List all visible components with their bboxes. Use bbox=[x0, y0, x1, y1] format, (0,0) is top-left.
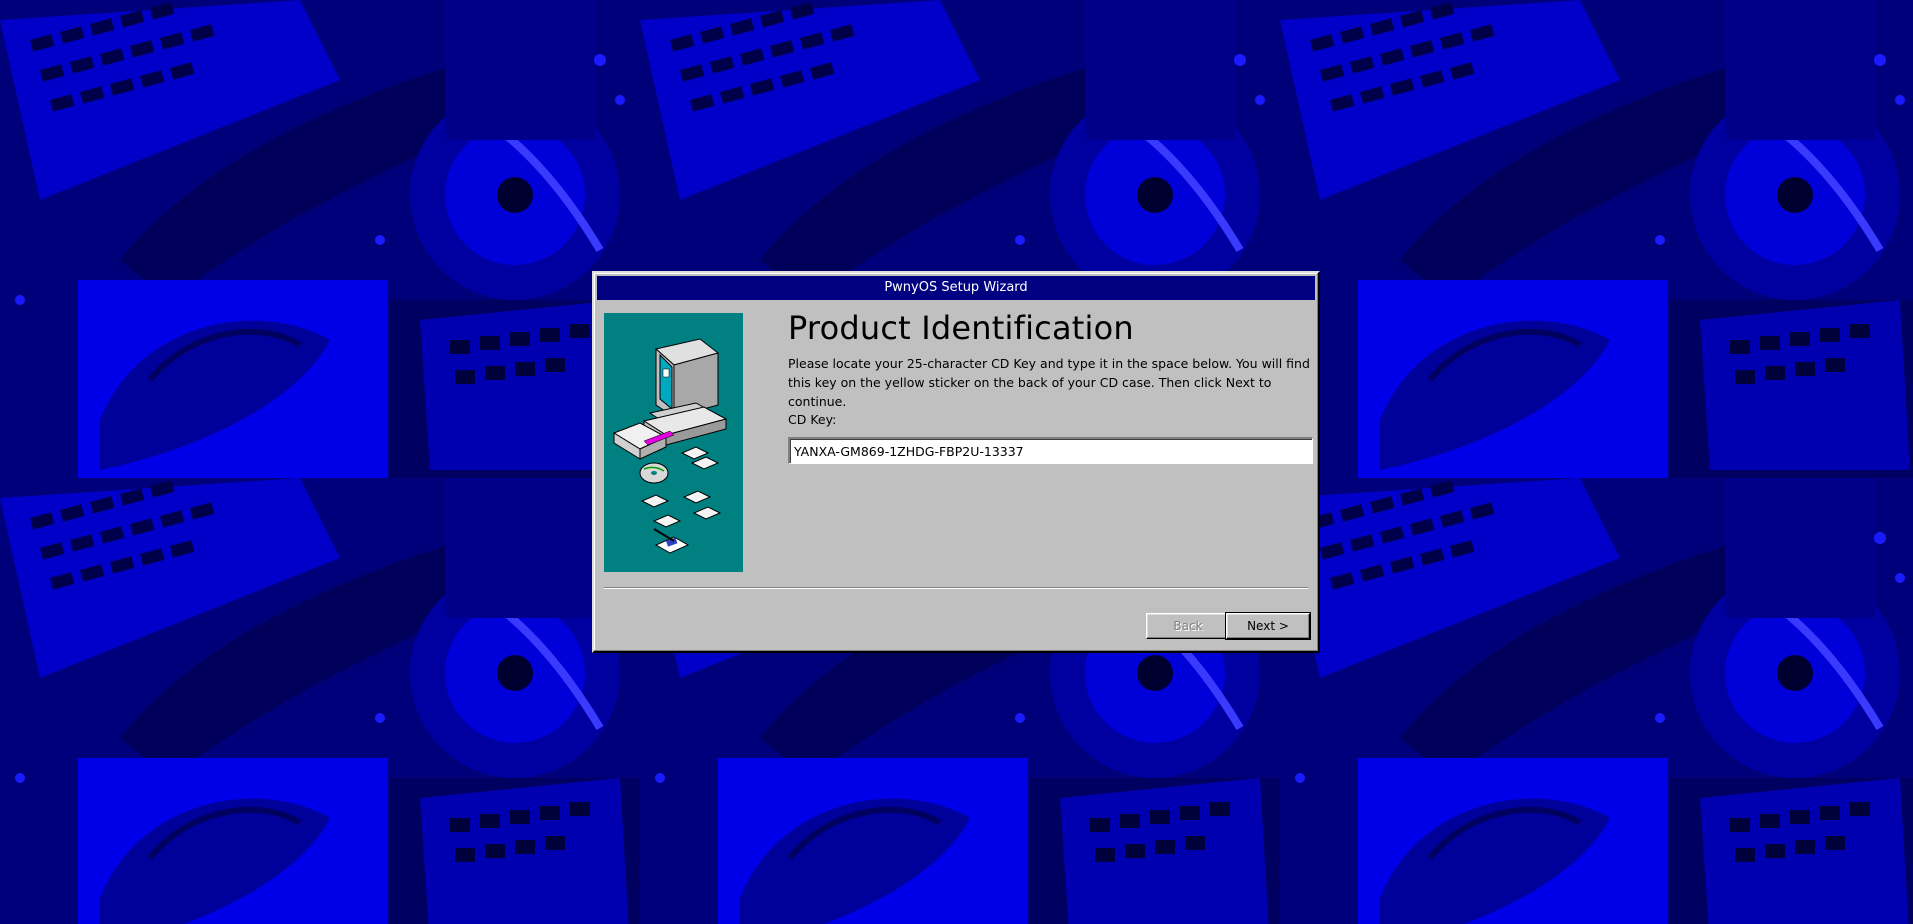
cd-icon bbox=[639, 462, 669, 484]
cd-key-input[interactable] bbox=[788, 437, 1313, 464]
instructions-text: Please locate your 25-character CD Key a… bbox=[788, 356, 1310, 409]
next-button[interactable]: Next > bbox=[1225, 612, 1311, 640]
cd-key-label: CD Key: bbox=[788, 412, 837, 427]
dialog-titlebar[interactable]: PwnyOS Setup Wizard bbox=[597, 276, 1315, 300]
dialog-title: PwnyOS Setup Wizard bbox=[884, 280, 1028, 295]
floppy-disk-icons bbox=[640, 446, 722, 528]
button-separator bbox=[604, 587, 1308, 589]
back-button[interactable]: Back bbox=[1146, 613, 1230, 639]
computer-icon bbox=[642, 338, 728, 446]
setup-illustration bbox=[604, 313, 743, 572]
setup-wizard-dialog: PwnyOS Setup Wizard Product Identificati… bbox=[592, 271, 1320, 653]
page-title: Product Identification bbox=[788, 309, 1134, 347]
pen-and-paper-icon bbox=[653, 528, 690, 554]
